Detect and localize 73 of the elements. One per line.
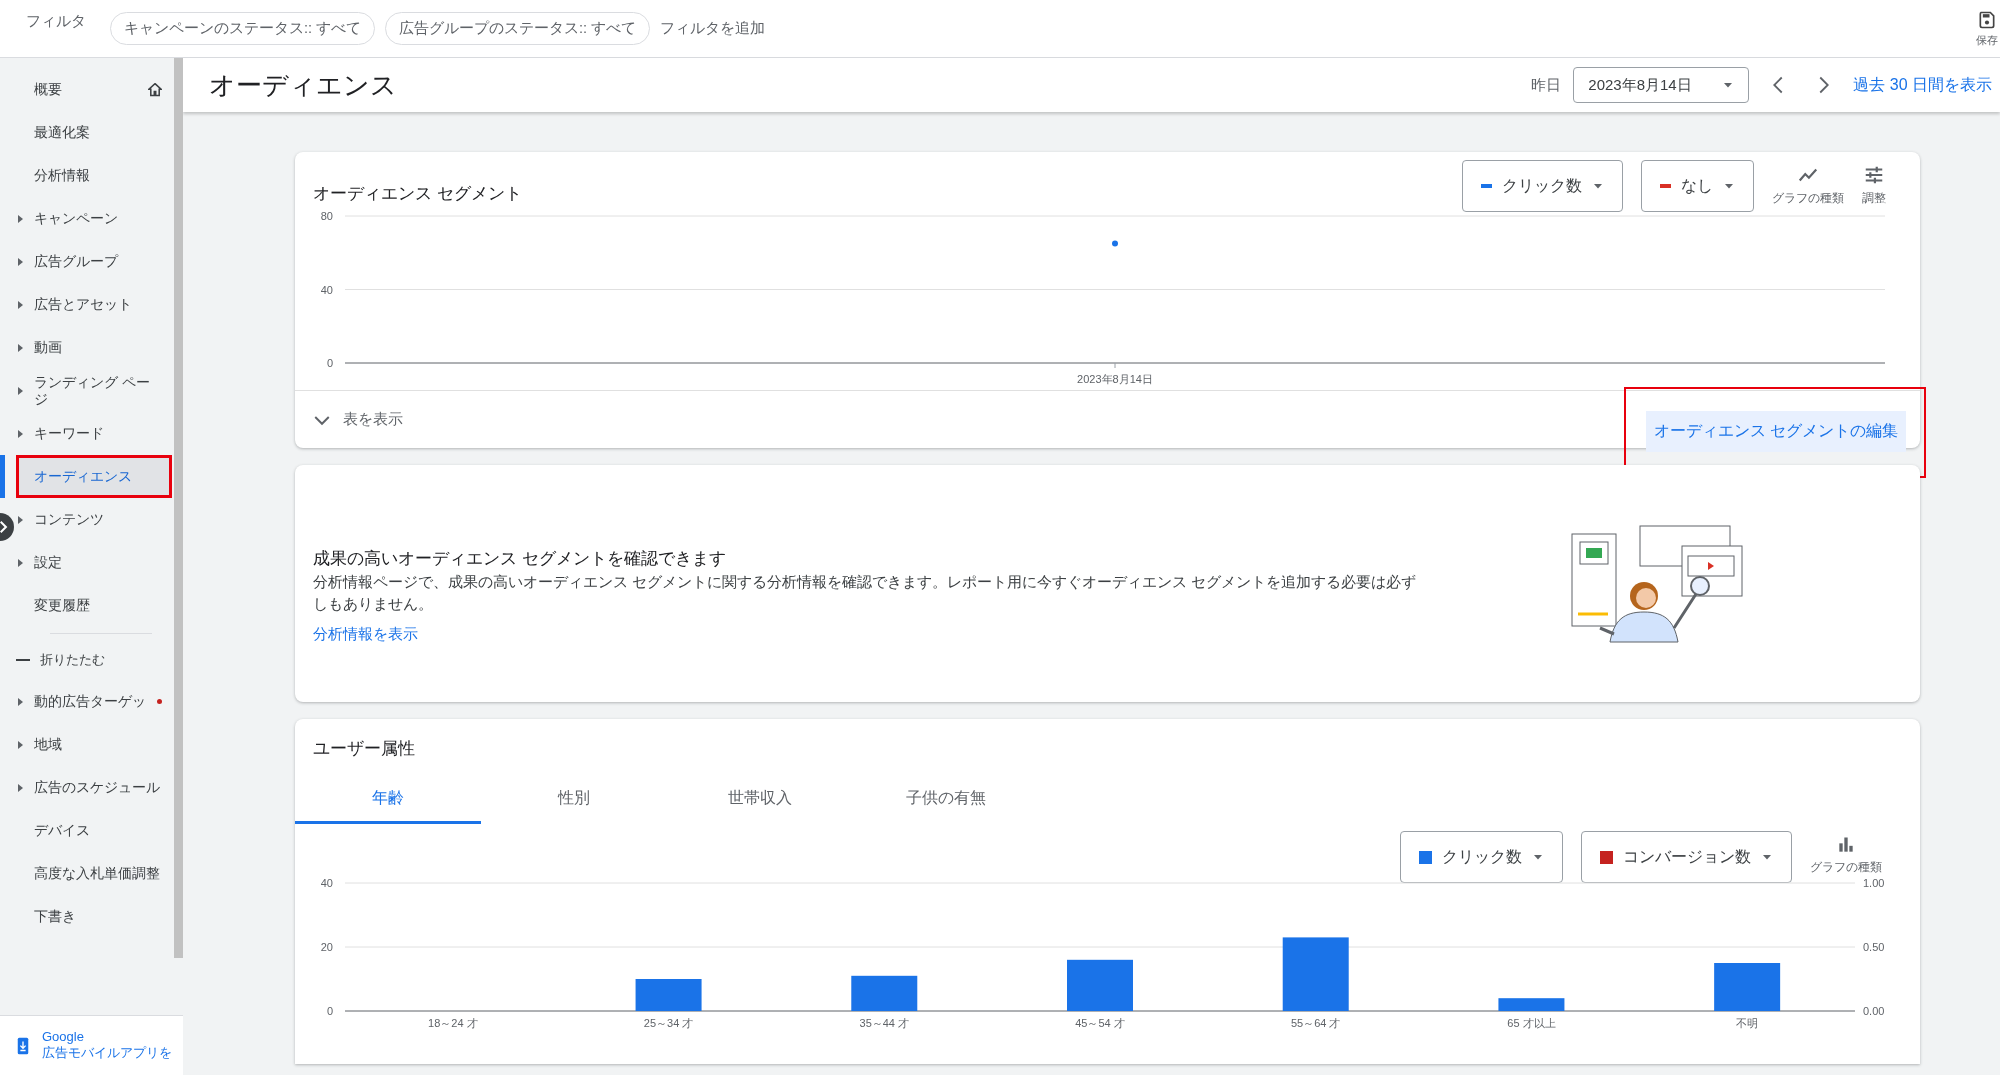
axis-tick-label: 35～44 才 bbox=[859, 1017, 910, 1029]
sidebar-item[interactable]: オーディエンス bbox=[16, 455, 172, 498]
axis-tick-label: 0 bbox=[326, 357, 333, 369]
chevron-right-icon bbox=[0, 520, 10, 534]
edit-segments-button[interactable]: オーディエンス セグメントの編集 bbox=[1645, 411, 1906, 452]
bar bbox=[851, 975, 918, 1011]
sidebar-item[interactable]: 変更履歴 bbox=[16, 584, 172, 627]
sidebar-item[interactable]: コンテンツ bbox=[16, 498, 172, 541]
chevron-right-icon bbox=[1819, 76, 1830, 94]
tab[interactable]: 子供の有無 bbox=[853, 776, 1039, 824]
filter-label: フィルタ bbox=[26, 12, 86, 31]
data-point bbox=[1112, 240, 1118, 247]
sidebar-item[interactable]: キーワード bbox=[16, 412, 172, 455]
sidebar-item[interactable]: 分析情報 bbox=[16, 154, 172, 197]
axis-tick-label: 25～34 才 bbox=[643, 1017, 694, 1029]
add-filter-button[interactable]: フィルタを追加 bbox=[660, 19, 766, 38]
sidebar-item[interactable]: 広告とアセット bbox=[16, 283, 172, 326]
axis-tick-label: 18～24 才 bbox=[428, 1017, 478, 1029]
sidebar-item[interactable]: 動画 bbox=[16, 326, 172, 369]
bar bbox=[1498, 998, 1565, 1011]
chart-type-button[interactable]: グラフの種類 bbox=[1772, 160, 1844, 207]
selection-bar bbox=[0, 455, 5, 498]
axis-tick-label: 0.00 bbox=[1863, 1005, 1885, 1017]
sidebar-item[interactable]: 高度な入札単価調整 bbox=[16, 852, 172, 895]
save-button[interactable]: 保存 bbox=[1974, 9, 2000, 48]
axis-tick-label: 0.50 bbox=[1863, 941, 1885, 953]
chevron-left-icon bbox=[1773, 76, 1784, 94]
tab[interactable]: 世帯収入 bbox=[667, 776, 853, 824]
sidebar-item[interactable]: 動的広告ターゲッ bbox=[16, 680, 172, 723]
date-range-link[interactable]: 過去 30 日間を表示 bbox=[1853, 74, 1992, 96]
bar bbox=[635, 979, 702, 1011]
axis-tick-label: 不明 bbox=[1736, 1017, 1759, 1029]
card-title: オーディエンス セグメント bbox=[313, 183, 522, 205]
axis-tick-label: 55～64 才 bbox=[1290, 1017, 1341, 1029]
insights-link[interactable]: 分析情報を表示 bbox=[313, 624, 418, 642]
metric-dropdown[interactable]: なし bbox=[1641, 160, 1754, 212]
scrollbar-thumb[interactable] bbox=[174, 58, 183, 958]
page-title: オーディエンス bbox=[209, 68, 397, 102]
sidebar-item[interactable]: 広告グループ bbox=[16, 240, 172, 283]
axis-tick-label: 40 bbox=[320, 283, 333, 296]
card-title: ユーザー属性 bbox=[312, 738, 416, 760]
sidebar-item[interactable]: 下書き bbox=[16, 895, 172, 938]
metric-dropdown[interactable]: クリック数 bbox=[1462, 160, 1623, 212]
sidebar-item[interactable]: 設定 bbox=[16, 541, 172, 584]
bar bbox=[1714, 963, 1781, 1011]
axis-tick-label: 0 bbox=[326, 1005, 333, 1017]
axis-tick-label: 65 才以上 bbox=[1507, 1017, 1556, 1029]
sliders-icon bbox=[1863, 164, 1885, 186]
axis-tick-label: 2023年8月14日 bbox=[1077, 373, 1153, 385]
tab[interactable]: 年齢 bbox=[295, 776, 481, 824]
insight-title: 成果の高いオーディエンス セグメントを確認できます bbox=[313, 548, 727, 571]
axis-tick-label: 20 bbox=[320, 941, 333, 953]
sidebar-item[interactable]: ランディング ページ bbox=[16, 369, 172, 412]
axis-tick-label: 45～54 才 bbox=[1075, 1017, 1125, 1029]
adjust-button[interactable]: 調整 bbox=[1862, 160, 1886, 207]
axis-tick-label: 1.00 bbox=[1863, 877, 1885, 889]
sidebar-item[interactable]: 広告のスケジュール bbox=[16, 766, 172, 809]
date-label: 昨日 bbox=[1531, 75, 1562, 95]
sidebar-item[interactable]: キャンペーン bbox=[16, 197, 172, 240]
sidebar-item[interactable]: デバイス bbox=[16, 809, 172, 852]
bar-chart-icon bbox=[1836, 835, 1856, 855]
tab[interactable]: 性別 bbox=[481, 776, 667, 824]
bar bbox=[1067, 959, 1133, 1011]
insight-description: 分析情報ページで、成果の高いオーディエンス セグメントに関する分析情報を確認できます。レポート用に今すぐオーディエンス セグメントを追加する必要は必ずしもありません。 bbox=[313, 573, 1418, 614]
axis-tick-label: 40 bbox=[320, 877, 333, 889]
app-promo-link[interactable]: Google 広告モバイルアプリを bbox=[0, 1015, 183, 1075]
show-table-toggle[interactable]: 表を表示 bbox=[313, 410, 403, 429]
date-dropdown[interactable]: 2023年8月14日 bbox=[1573, 67, 1750, 103]
axis-tick-label: 80 bbox=[320, 210, 333, 222]
collapse-button[interactable]: 折りたたむ bbox=[0, 640, 172, 680]
sidebar-item[interactable]: 最適化案 bbox=[16, 111, 172, 154]
sidebar-item[interactable]: 地域 bbox=[16, 723, 172, 766]
sidebar-item[interactable]: 概要 bbox=[16, 68, 172, 111]
